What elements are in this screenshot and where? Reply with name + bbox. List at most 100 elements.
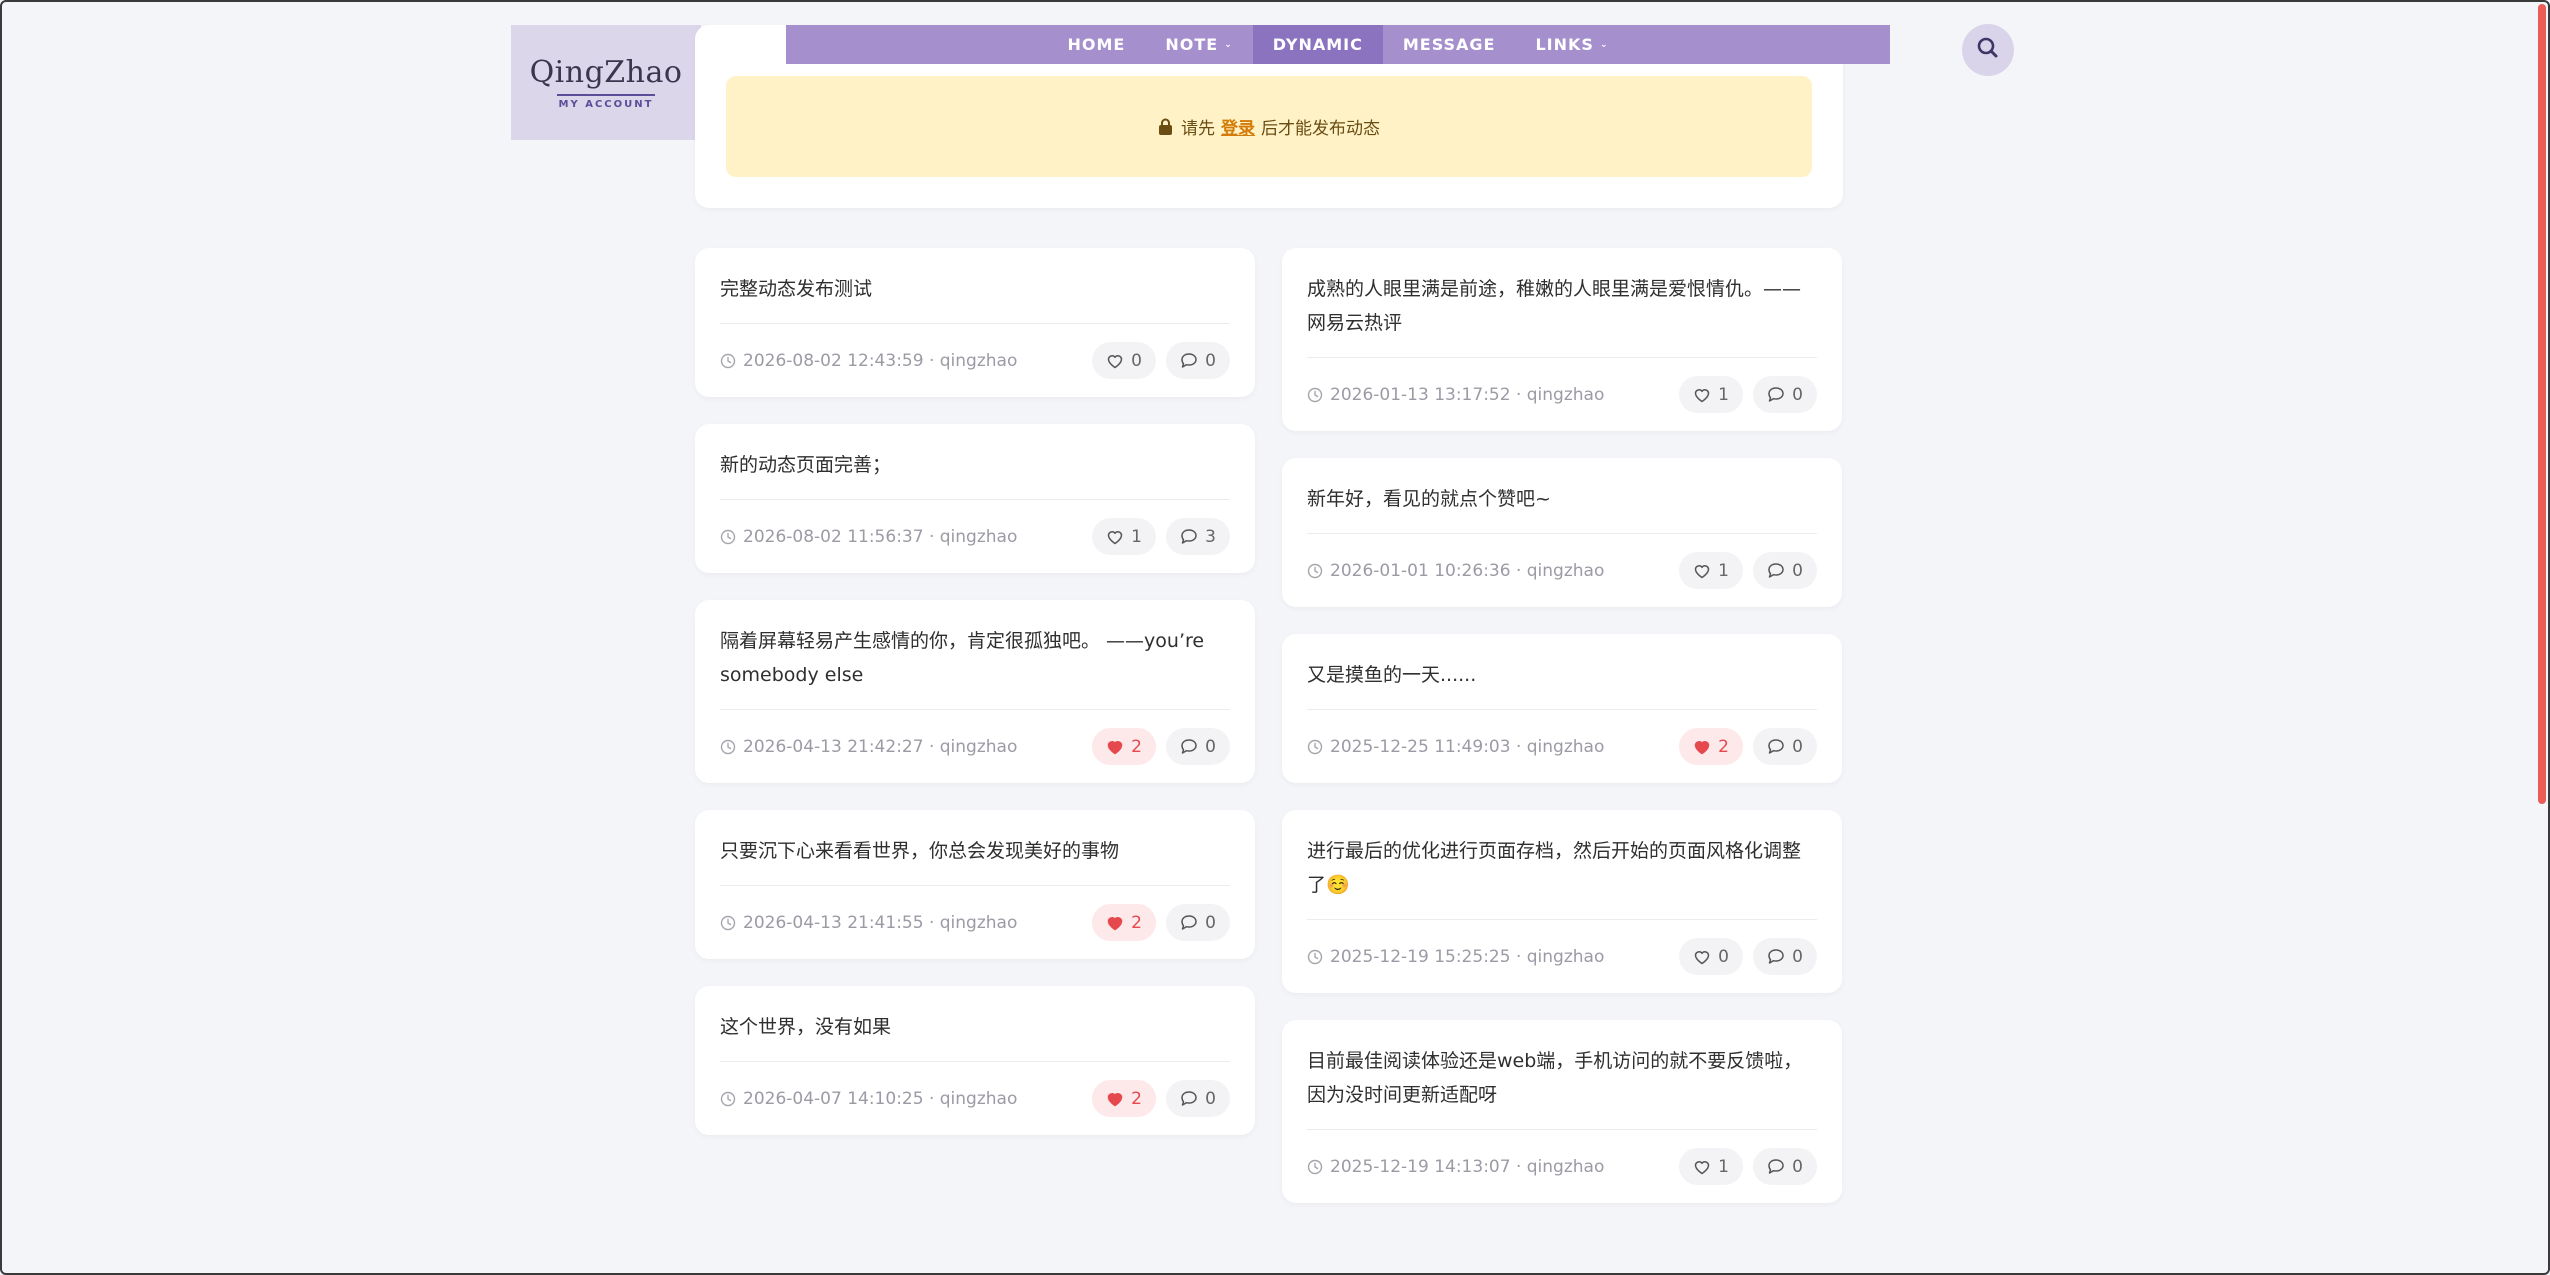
- post-timestamp: 2025-12-25 11:49:03 · qingzhao: [1330, 736, 1605, 757]
- post-actions: 00: [1679, 938, 1817, 975]
- nav-item-home[interactable]: HOME: [1048, 25, 1146, 64]
- logo-underline: [557, 94, 655, 96]
- comment-button[interactable]: 0: [1753, 728, 1817, 765]
- search-icon: [1976, 36, 2000, 64]
- clock-icon: [1307, 563, 1330, 579]
- post-actions: 10: [1679, 552, 1817, 589]
- notice-text-before: 请先: [1181, 119, 1215, 139]
- comment-button[interactable]: 0: [1753, 376, 1817, 413]
- comment-count: 3: [1205, 526, 1216, 547]
- comment-icon: [1767, 738, 1785, 755]
- nav-item-label: HOME: [1067, 35, 1126, 54]
- comment-count: 0: [1205, 1088, 1216, 1109]
- nav-item-links[interactable]: LINKS ⌄: [1515, 25, 1628, 64]
- like-button[interactable]: 0: [1679, 938, 1743, 975]
- like-button[interactable]: 1: [1679, 552, 1743, 589]
- posts-column-right: 成熟的人眼里满是前途，稚嫩的人眼里满是爱恨情仇。——网易云热评 2026-01-1…: [1282, 248, 1842, 1230]
- post-time: 2026-04-13 21:42:27 · qingzhao: [720, 737, 1017, 757]
- post-time: 2026-04-07 14:10:25 · qingzhao: [720, 1089, 1017, 1109]
- comment-button[interactable]: 0: [1753, 552, 1817, 589]
- comment-count: 0: [1205, 350, 1216, 371]
- like-button[interactable]: 0: [1092, 342, 1156, 379]
- post-time: 2026-01-01 10:26:36 · qingzhao: [1307, 561, 1604, 581]
- like-button[interactable]: 2: [1092, 1080, 1156, 1117]
- clock-icon: [720, 739, 743, 755]
- post-text: 这个世界，没有如果: [720, 1016, 892, 1038]
- post-text: 新年好，看见的就点个赞吧~: [1307, 488, 1551, 510]
- like-button[interactable]: 1: [1679, 376, 1743, 413]
- like-count: 0: [1131, 350, 1142, 371]
- comment-button[interactable]: 0: [1166, 1080, 1230, 1117]
- post-time: 2025-12-19 15:25:25 · qingzhao: [1307, 947, 1604, 967]
- comment-button[interactable]: 0: [1166, 904, 1230, 941]
- post-actions: 20: [1092, 728, 1230, 765]
- heart-icon: [1693, 563, 1711, 579]
- post-text: 完整动态发布测试: [720, 278, 873, 300]
- post-card: 进行最后的优化进行页面存档，然后开始的页面风格化调整了☺️ 2025-12-19 …: [1282, 810, 1842, 993]
- post-actions: 10: [1679, 1148, 1817, 1185]
- scrollbar-thumb[interactable]: [2538, 4, 2546, 804]
- post-meta: 2026-04-13 21:42:27 · qingzhao 2 0: [720, 710, 1230, 783]
- comment-button[interactable]: 0: [1753, 1148, 1817, 1185]
- logo-name: QingZhao: [529, 55, 683, 90]
- post-text: 只要沉下心来看看世界，你总会发现美好的事物: [720, 840, 1120, 862]
- comment-button[interactable]: 0: [1166, 728, 1230, 765]
- heart-icon: [1106, 1091, 1124, 1107]
- like-count: 1: [1718, 384, 1729, 405]
- like-button[interactable]: 2: [1092, 728, 1156, 765]
- post-card: 新的动态页面完善； 2026-08-02 11:56:37 · qingzhao 1…: [695, 424, 1255, 573]
- like-count: 2: [1131, 736, 1142, 757]
- comment-icon: [1180, 528, 1198, 545]
- like-button[interactable]: 2: [1679, 728, 1743, 765]
- post-text: 新的动态页面完善；: [720, 454, 892, 476]
- heart-icon: [1106, 739, 1124, 755]
- post-card: 隔着屏幕轻易产生感情的你，肯定很孤独吧。 ——you’re somebody e…: [695, 600, 1255, 783]
- chevron-down-icon: ⌄: [1224, 39, 1233, 50]
- post-card: 目前最佳阅读体验还是web端，手机访问的就不要反馈啦，因为没时间更新适配呀 202…: [1282, 1020, 1842, 1203]
- like-button[interactable]: 2: [1092, 904, 1156, 941]
- like-count: 1: [1131, 526, 1142, 547]
- site-logo[interactable]: QingZhao MY ACCOUNT: [511, 25, 701, 140]
- nav-item-label: LINKS: [1535, 35, 1594, 54]
- notice-text-after: 后才能发布动态: [1261, 119, 1380, 139]
- comment-icon: [1767, 948, 1785, 965]
- clock-icon: [720, 915, 743, 931]
- comment-button[interactable]: 3: [1166, 518, 1230, 555]
- comment-count: 0: [1205, 912, 1216, 933]
- post-text: 隔着屏幕轻易产生感情的你，肯定很孤独吧。 ——you’re somebody e…: [720, 630, 1205, 686]
- comment-count: 0: [1792, 384, 1803, 405]
- post-time: 2025-12-25 11:49:03 · qingzhao: [1307, 737, 1604, 757]
- post-card: 成熟的人眼里满是前途，稚嫩的人眼里满是爱恨情仇。——网易云热评 2026-01-1…: [1282, 248, 1842, 431]
- post-text: 进行最后的优化进行页面存档，然后开始的页面风格化调整了☺️: [1307, 840, 1802, 896]
- like-button[interactable]: 1: [1092, 518, 1156, 555]
- my-account-link[interactable]: MY ACCOUNT: [559, 99, 654, 110]
- heart-icon: [1693, 1159, 1711, 1175]
- post-timestamp: 2025-12-19 15:25:25 · qingzhao: [1330, 946, 1605, 967]
- clock-icon: [720, 353, 743, 369]
- clock-icon: [1307, 949, 1330, 965]
- login-link[interactable]: 登录: [1221, 114, 1255, 139]
- post-time: 2026-01-13 13:17:52 · qingzhao: [1307, 385, 1604, 405]
- post-text: 成熟的人眼里满是前途，稚嫩的人眼里满是爱恨情仇。——网易云热评: [1307, 278, 1802, 334]
- post-timestamp: 2026-04-13 21:41:55 · qingzhao: [743, 912, 1018, 933]
- nav-item-label: NOTE: [1165, 35, 1219, 54]
- nav-item-dynamic[interactable]: DYNAMIC: [1252, 25, 1383, 64]
- post-card: 新年好，看见的就点个赞吧~ 2026-01-01 10:26:36 · qingz…: [1282, 458, 1842, 607]
- posts-column-left: 完整动态发布测试 2026-08-02 12:43:59 · qingzhao 0 0…: [695, 248, 1255, 1162]
- nav-item-message[interactable]: MESSAGE: [1383, 25, 1516, 64]
- comment-button[interactable]: 0: [1166, 342, 1230, 379]
- main-nav: HOME NOTE ⌄ DYNAMIC MESSAGE LINKS ⌄: [786, 25, 1890, 64]
- post-timestamp: 2026-01-13 13:17:52 · qingzhao: [1330, 384, 1605, 405]
- post-meta: 2025-12-19 15:25:25 · qingzhao 0 0: [1307, 920, 1817, 993]
- clock-icon: [1307, 739, 1330, 755]
- post-text: 又是摸鱼的一天......: [1307, 664, 1477, 686]
- post-meta: 2026-04-13 21:41:55 · qingzhao 2 0: [720, 886, 1230, 959]
- post-meta: 2025-12-25 11:49:03 · qingzhao 2 0: [1307, 710, 1817, 783]
- like-count: 2: [1131, 912, 1142, 933]
- search-button[interactable]: [1962, 24, 2014, 76]
- comment-button[interactable]: 0: [1753, 938, 1817, 975]
- comment-icon: [1180, 352, 1198, 369]
- post-card: 又是摸鱼的一天...... 2025-12-25 11:49:03 · qingz…: [1282, 634, 1842, 783]
- nav-item-note[interactable]: NOTE ⌄: [1145, 25, 1252, 64]
- like-button[interactable]: 1: [1679, 1148, 1743, 1185]
